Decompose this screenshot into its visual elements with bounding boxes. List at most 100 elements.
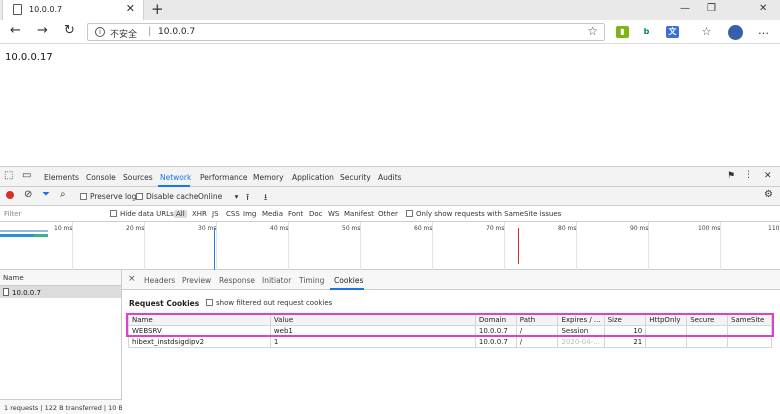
profile-avatar[interactable]: [728, 25, 743, 40]
forward-button[interactable]: →: [37, 23, 48, 39]
request-cookies-heading: Request Cookies: [129, 299, 200, 308]
filter-type-doc[interactable]: Doc: [309, 210, 323, 218]
tab-preview[interactable]: Preview: [182, 276, 211, 285]
tab-sources[interactable]: Sources: [123, 173, 153, 182]
devtools-close-icon[interactable]: ✕: [764, 171, 772, 181]
column-header-httponly[interactable]: HttpOnly: [645, 314, 688, 326]
bing-icon[interactable]: b: [640, 26, 653, 38]
export-har-icon[interactable]: ⭳: [264, 190, 267, 206]
device-toolbar-icon[interactable]: ▭: [22, 170, 31, 181]
maximize-button[interactable]: ❐: [707, 3, 716, 15]
column-header-name[interactable]: Name: [128, 314, 271, 326]
filter-type-ws[interactable]: WS: [328, 210, 339, 218]
filter-type-font[interactable]: Font: [288, 210, 303, 218]
feedback-icon[interactable]: ⚑: [727, 171, 735, 181]
minimize-button[interactable]: —: [680, 3, 690, 15]
column-header-value[interactable]: Value: [269, 314, 476, 326]
request-detail-pane: × Headers Preview Response Initiator Tim…: [122, 270, 780, 414]
tab-initiator[interactable]: Initiator: [262, 276, 291, 285]
filter-type-media[interactable]: Media: [262, 210, 283, 218]
column-header-expires[interactable]: Expires / ...: [557, 314, 605, 326]
cookie-path: /: [515, 325, 559, 337]
filter-type-xhr[interactable]: XHR: [192, 210, 207, 218]
column-header-domain[interactable]: Domain: [474, 314, 517, 326]
filter-type-other[interactable]: Other: [378, 210, 398, 218]
show-filtered-cookies-checkbox[interactable]: show filtered out request cookies: [206, 299, 332, 307]
tab-security[interactable]: Security: [340, 173, 371, 182]
filter-icon[interactable]: ⏷: [42, 189, 50, 200]
security-status[interactable]: 不安全: [110, 27, 137, 40]
tab-timing[interactable]: Timing: [299, 276, 324, 285]
cookie-value: web1: [269, 325, 476, 337]
more-menu-icon[interactable]: …: [758, 23, 769, 39]
cookie-secure: [686, 336, 729, 348]
new-tab-button[interactable]: +: [151, 0, 164, 19]
request-row[interactable]: 10.0.0.7: [0, 286, 121, 298]
filter-type-manifest[interactable]: Manifest: [344, 210, 374, 218]
url-text[interactable]: 10.0.0.7: [158, 27, 195, 37]
back-button[interactable]: ←: [10, 23, 21, 39]
cookie-httponly: [645, 325, 688, 337]
cookie-expires: Session: [557, 325, 605, 337]
favorite-star-icon[interactable]: ☆: [587, 24, 598, 38]
domcontentloaded-marker: [214, 228, 215, 270]
refresh-button[interactable]: ↻: [64, 23, 75, 39]
column-header-secure[interactable]: Secure: [686, 314, 729, 326]
name-column-header[interactable]: Name: [0, 270, 121, 286]
tab-elements[interactable]: Elements: [44, 173, 79, 182]
detail-close-icon[interactable]: ×: [128, 274, 136, 284]
tab-cookies[interactable]: Cookies: [334, 276, 363, 285]
tick-label: 90 ms: [630, 225, 649, 232]
address-bar[interactable]: i 不安全 | 10.0.0.7 ☆: [87, 23, 605, 41]
tab-performance[interactable]: Performance: [200, 173, 248, 182]
devtools-more-icon[interactable]: ⋮: [744, 170, 753, 180]
import-har-icon[interactable]: ⭱: [246, 190, 249, 206]
column-header-samesite[interactable]: SameSite: [727, 314, 772, 326]
cookie-row[interactable]: hibext_instdsigdipv2 1 10.0.0.7 / 2020-0…: [128, 336, 772, 348]
tab-response[interactable]: Response: [219, 276, 255, 285]
tab-audits[interactable]: Audits: [378, 173, 402, 182]
network-timeline-overview[interactable]: 10 ms 20 ms 30 ms 40 ms 50 ms 60 ms 70 m…: [0, 222, 780, 270]
disable-cache-checkbox[interactable]: Disable cache: [136, 192, 198, 201]
cookie-size: 10: [603, 325, 647, 337]
tab-memory[interactable]: Memory: [253, 173, 284, 182]
cookie-row[interactable]: WEBSRV web1 10.0.0.7 / Session 10: [128, 325, 772, 337]
column-header-path[interactable]: Path: [515, 314, 559, 326]
search-icon[interactable]: ⌕: [60, 189, 66, 200]
preserve-log-checkbox[interactable]: Preserve log: [80, 192, 136, 201]
filter-type-css[interactable]: CSS: [226, 210, 240, 218]
info-icon[interactable]: i: [95, 27, 105, 37]
tab-console[interactable]: Console: [86, 173, 116, 182]
extension-green-icon[interactable]: ▮: [616, 26, 629, 38]
clear-icon[interactable]: ⊘: [24, 189, 32, 200]
navigation-bar: ← → ↻ i 不安全 | 10.0.0.7 ☆ …: [0, 20, 780, 44]
tick-label: 20 ms: [126, 225, 145, 232]
window-close-button[interactable]: ✕: [759, 3, 767, 15]
column-header-size[interactable]: Size: [603, 314, 647, 326]
document-icon: [3, 288, 9, 296]
tab-network[interactable]: Network: [160, 173, 191, 182]
translate-icon[interactable]: 文: [666, 26, 679, 38]
cookie-samesite: [727, 336, 772, 348]
filter-type-all[interactable]: All: [174, 210, 187, 218]
hide-data-urls-checkbox[interactable]: Hide data URLs: [110, 210, 174, 218]
samesite-filter-checkbox[interactable]: Only show requests with SameSite issues: [406, 210, 561, 218]
request-overview-bar: [0, 230, 48, 232]
record-icon[interactable]: [6, 191, 14, 199]
network-settings-icon[interactable]: ⚙: [764, 189, 773, 200]
tab-application[interactable]: Application: [292, 173, 334, 182]
throttling-select[interactable]: Online ▾: [198, 192, 238, 201]
inspect-element-icon[interactable]: ⬚: [4, 170, 13, 181]
preserve-log-label: Preserve log: [90, 192, 137, 201]
tab-close-icon[interactable]: ✕: [126, 3, 135, 15]
network-summary: 1 requests | 122 B transferred | 10 B: [0, 399, 122, 414]
tab-headers[interactable]: Headers: [144, 276, 175, 285]
filter-input[interactable]: Filter: [4, 210, 21, 218]
browser-tab[interactable]: 10.0.0.7 ✕: [2, 0, 144, 20]
filter-type-js[interactable]: JS: [212, 210, 219, 218]
tick-label: 80 ms: [558, 225, 577, 232]
favorites-icon[interactable]: ☆: [700, 26, 713, 38]
cookie-value: 1: [269, 336, 476, 348]
filter-type-img[interactable]: Img: [243, 210, 256, 218]
active-detail-tab-indicator: [330, 288, 364, 290]
